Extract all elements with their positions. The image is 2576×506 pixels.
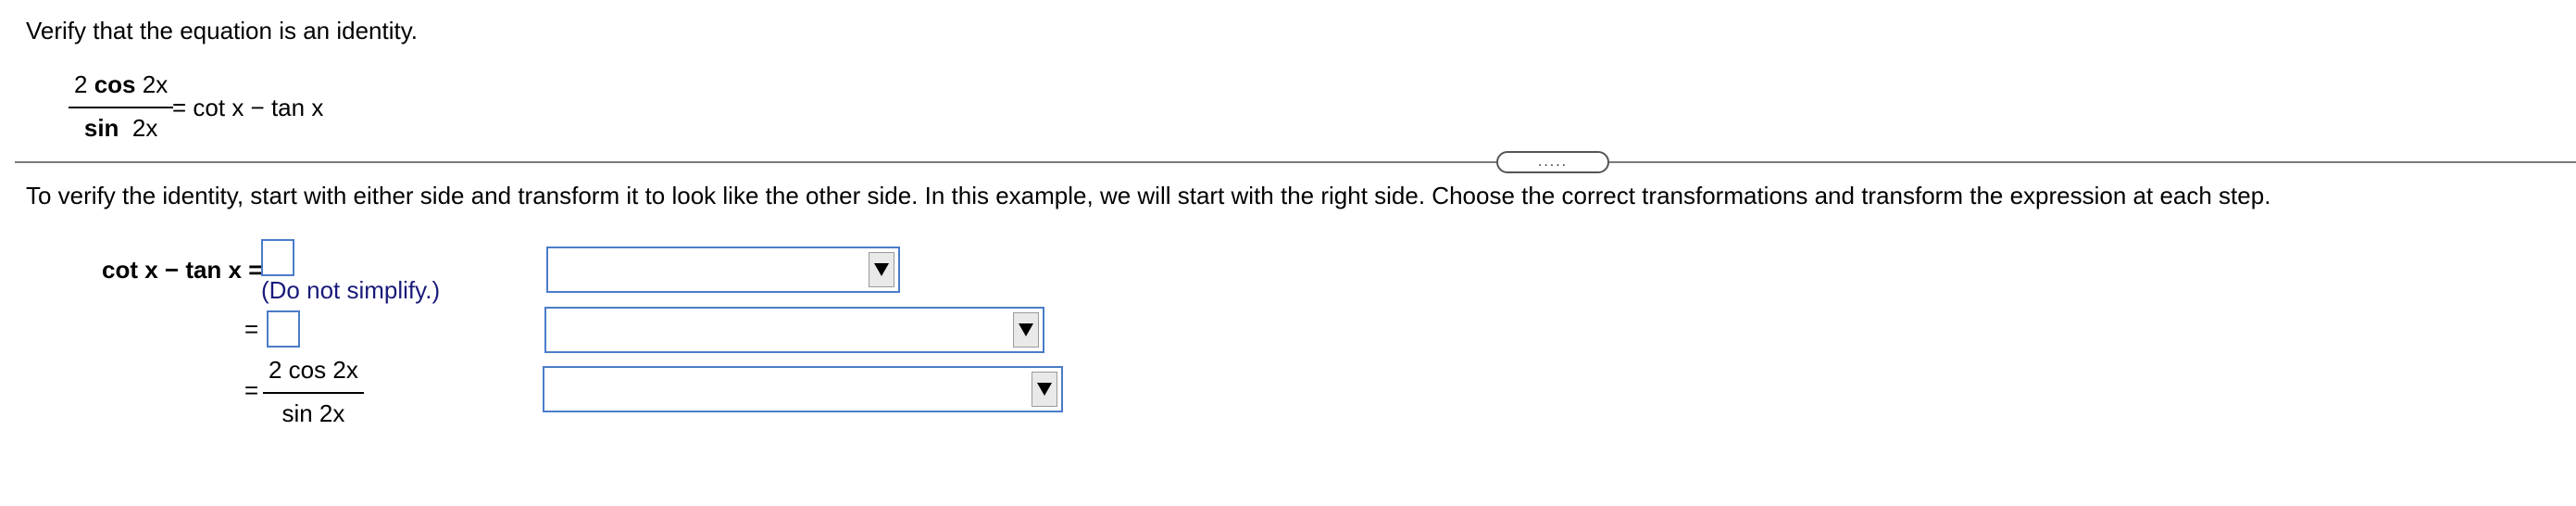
equation-numerator: 2 cos 2x xyxy=(69,70,174,108)
step2-reason-dropdown[interactable] xyxy=(544,307,1044,353)
step2-answer-box[interactable] xyxy=(267,310,300,348)
chevron-down-icon[interactable] xyxy=(1032,372,1057,407)
equation-fraction: 2 cos 2x sin 2x xyxy=(69,70,174,143)
step1-reason-dropdown[interactable] xyxy=(546,247,900,293)
step3-reason-dropdown[interactable] xyxy=(543,366,1063,412)
chevron-down-icon[interactable] xyxy=(869,252,894,287)
instruction-text: To verify the identity, start with eithe… xyxy=(26,182,2271,209)
step3-numerator: 2 cos 2x xyxy=(263,356,364,394)
step2-equals: = xyxy=(244,315,259,343)
equation-denominator: sin 2x xyxy=(83,114,158,142)
step1-lhs: cot x − tan x = xyxy=(102,256,263,284)
step3-denominator: sin 2x xyxy=(281,399,345,427)
step3-equals: = xyxy=(244,376,259,404)
question-prompt: Verify that the equation is an identity. xyxy=(26,17,419,44)
step3-fraction: 2 cos 2x sin 2x xyxy=(263,356,364,428)
chevron-down-icon[interactable] xyxy=(1013,312,1039,348)
equation-rhs: = cot x − tan x xyxy=(172,94,324,121)
step1-note: (Do not simplify.) xyxy=(261,276,441,304)
section-divider xyxy=(15,161,2576,163)
step1-answer-box[interactable] xyxy=(261,239,294,276)
expand-button[interactable]: ..... xyxy=(1496,151,1609,173)
